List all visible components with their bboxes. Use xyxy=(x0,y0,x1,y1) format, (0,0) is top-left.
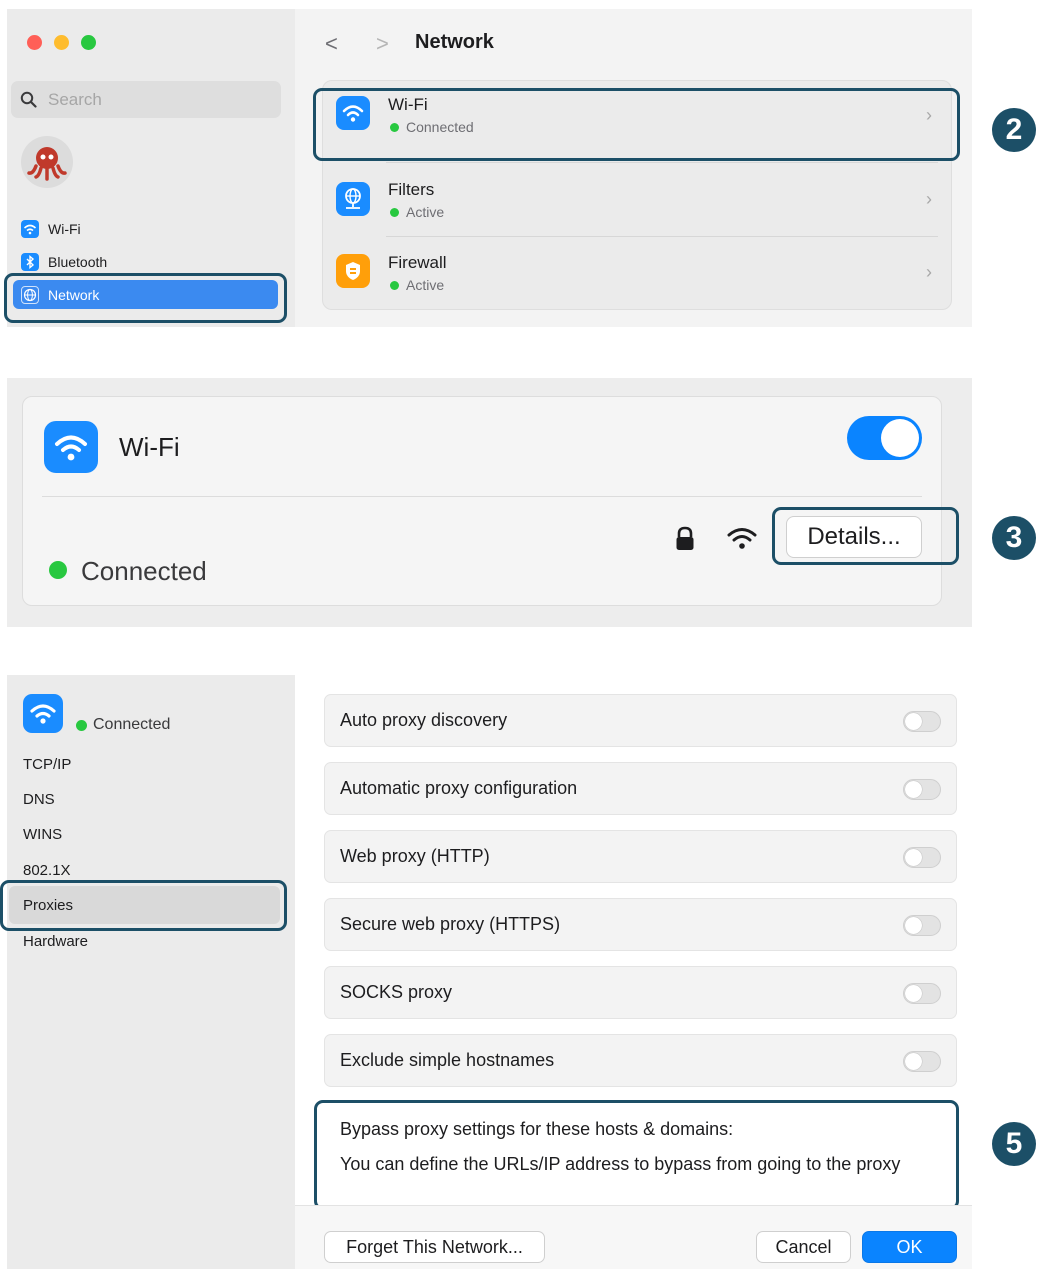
web-proxy-http-toggle[interactable] xyxy=(903,847,941,868)
divider xyxy=(42,496,922,497)
secure-web-proxy-https-toggle[interactable] xyxy=(903,915,941,936)
connection-status: Connected xyxy=(93,716,171,733)
sidebar-item-hardware[interactable]: Hardware xyxy=(23,933,88,950)
option-label: Automatic proxy configuration xyxy=(340,778,578,798)
shield-icon xyxy=(336,254,370,288)
wifi-icon xyxy=(21,220,39,238)
option-label: Exclude simple hostnames xyxy=(340,1050,555,1070)
zoom-window-button[interactable] xyxy=(81,35,96,50)
cancel-button[interactable]: Cancel xyxy=(756,1231,851,1263)
step-badge: 2 xyxy=(992,108,1036,152)
search-placeholder: Search xyxy=(48,90,102,109)
step-badge: 3 xyxy=(992,516,1036,560)
forward-button[interactable]: > xyxy=(376,31,389,57)
option-web-proxy-http: Web proxy (HTTP) xyxy=(324,830,957,883)
wifi-icon xyxy=(44,421,98,473)
forget-network-button[interactable]: Forget This Network... xyxy=(324,1231,545,1263)
connection-status: Connected xyxy=(81,556,207,586)
sidebar-item-bluetooth[interactable]: Bluetooth xyxy=(48,254,107,270)
step-badge: 5 xyxy=(992,1122,1036,1166)
step-highlight-details xyxy=(772,507,959,565)
option-exclude-simple-hostnames: Exclude simple hostnames xyxy=(324,1034,957,1087)
status-dot xyxy=(76,720,87,731)
exclude-simple-hostnames-toggle[interactable] xyxy=(903,1051,941,1072)
chevron-right-icon: › xyxy=(926,189,932,209)
sidebar-item-8021x[interactable]: 802.1X xyxy=(23,862,71,879)
globe-network-icon xyxy=(336,182,370,216)
wifi-signal-icon xyxy=(727,528,757,549)
sidebar-item-wifi[interactable]: Wi-Fi xyxy=(48,221,81,237)
step-highlight-network xyxy=(4,273,287,323)
wifi-toggle[interactable] xyxy=(847,416,922,460)
divider xyxy=(386,236,938,237)
octopus-avatar-icon xyxy=(27,147,67,181)
page-title: Network xyxy=(415,31,494,53)
option-secure-web-proxy-https: Secure web proxy (HTTPS) xyxy=(324,898,957,951)
lock-icon xyxy=(676,526,694,550)
chevron-right-icon: › xyxy=(926,262,932,282)
sidebar-item-dns[interactable]: DNS xyxy=(23,791,55,808)
divider xyxy=(386,162,938,163)
auto-proxy-discovery-toggle[interactable] xyxy=(903,711,941,732)
status-dot xyxy=(390,281,399,290)
status-dot xyxy=(390,208,399,217)
option-label: SOCKS proxy xyxy=(340,982,453,1002)
close-window-button[interactable] xyxy=(27,35,42,50)
option-label: Secure web proxy (HTTPS) xyxy=(340,914,561,934)
wifi-title: Wi-Fi xyxy=(119,432,180,462)
option-automatic-proxy-configuration: Automatic proxy configuration xyxy=(324,762,957,815)
socks-proxy-toggle[interactable] xyxy=(903,983,941,1004)
row-status: Active xyxy=(406,277,445,293)
row-title: Firewall xyxy=(388,253,447,272)
option-label: Web proxy (HTTP) xyxy=(340,846,490,866)
option-label: Auto proxy discovery xyxy=(340,710,508,730)
option-socks-proxy: SOCKS proxy xyxy=(324,966,957,1019)
search-icon xyxy=(20,91,37,108)
avatar[interactable] xyxy=(21,136,73,188)
row-title: Filters xyxy=(388,180,435,199)
row-status: Active xyxy=(406,204,445,220)
automatic-proxy-configuration-toggle[interactable] xyxy=(903,779,941,800)
minimize-window-button[interactable] xyxy=(54,35,69,50)
step-highlight-wifi xyxy=(313,88,960,161)
ok-button[interactable]: OK xyxy=(862,1231,957,1263)
step-highlight-proxies xyxy=(0,880,287,931)
bluetooth-icon xyxy=(21,253,39,271)
option-auto-proxy-discovery: Auto proxy discovery xyxy=(324,694,957,747)
back-button[interactable]: < xyxy=(325,31,338,57)
sidebar-item-wins[interactable]: WINS xyxy=(23,826,62,843)
sidebar-item-tcpip[interactable]: TCP/IP xyxy=(23,756,71,773)
wifi-icon xyxy=(23,694,63,733)
status-dot xyxy=(49,561,67,579)
step-highlight-bypass xyxy=(314,1100,959,1210)
